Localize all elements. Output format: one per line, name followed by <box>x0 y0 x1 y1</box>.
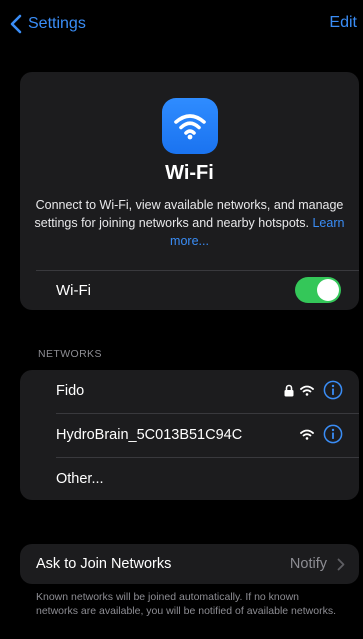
network-name: Fido <box>56 383 85 399</box>
networks-list: Fido HydroBrain_5C013B51C94C Other... <box>20 370 359 500</box>
chevron-left-icon <box>10 14 22 34</box>
back-button[interactable]: Settings <box>10 11 86 37</box>
ask-to-join-value: Notify <box>289 556 327 572</box>
wifi-toggle-switch[interactable] <box>295 277 341 303</box>
wifi-toggle-row: Wi-Fi <box>20 270 359 310</box>
wifi-app-icon <box>162 98 218 154</box>
wifi-toggle-label: Wi-Fi <box>56 282 91 299</box>
nav-bar: Settings Edit <box>0 0 363 46</box>
toggle-knob <box>317 279 339 301</box>
wifi-description: Connect to Wi-Fi, view available network… <box>34 196 345 250</box>
description-text: Connect to Wi-Fi, view available network… <box>34 198 344 230</box>
ask-to-join-row[interactable]: Ask to Join Networks Notify <box>20 544 359 584</box>
ask-to-join-footer: Known networks will be joined automatica… <box>36 591 336 617</box>
wifi-settings-screen: Settings Edit Wi-Fi Connect to Wi-Fi, vi… <box>0 0 363 639</box>
other-network-label: Other... <box>56 471 104 487</box>
network-row-other[interactable]: Other... <box>20 458 359 500</box>
info-icon[interactable] <box>323 424 343 444</box>
wifi-icon <box>174 114 206 140</box>
network-name: HydroBrain_5C013B51C94C <box>56 427 243 443</box>
wifi-signal-icon <box>300 429 314 440</box>
network-row-hydrobrain[interactable]: HydroBrain_5C013B51C94C <box>20 414 359 456</box>
networks-section-header: NETWORKS <box>38 348 102 360</box>
ask-to-join-label: Ask to Join Networks <box>36 556 172 572</box>
info-icon[interactable] <box>323 380 343 400</box>
chevron-right-icon <box>337 558 345 571</box>
lock-icon <box>284 384 294 397</box>
network-row-fido[interactable]: Fido <box>20 370 359 412</box>
wifi-signal-icon <box>300 385 314 396</box>
back-label: Settings <box>28 15 86 32</box>
edit-button[interactable]: Edit <box>329 14 357 32</box>
wifi-header-card: Wi-Fi Connect to Wi-Fi, view available n… <box>20 72 359 310</box>
page-title: Wi-Fi <box>165 162 214 184</box>
